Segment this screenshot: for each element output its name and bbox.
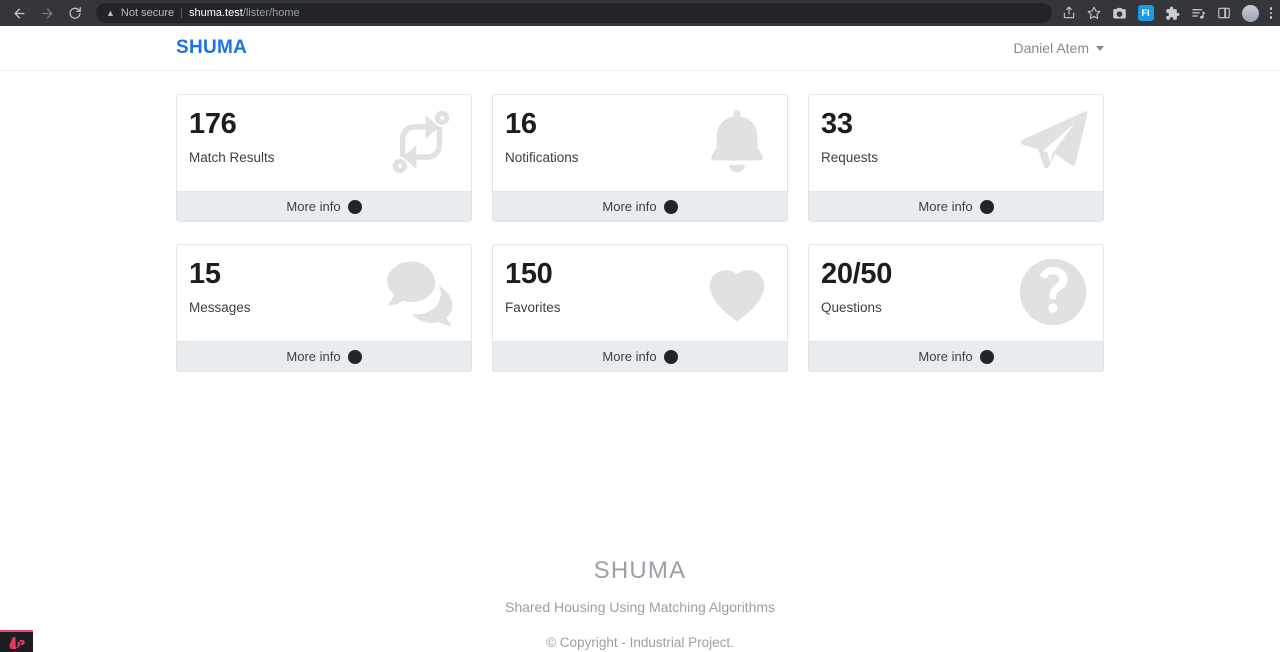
arrow-right-circle-icon	[663, 349, 678, 364]
screen-recorder-badge[interactable]	[0, 630, 33, 652]
more-info-button[interactable]: More info	[809, 341, 1103, 371]
forward-arrow-icon[interactable]	[34, 2, 60, 24]
more-info-button[interactable]: More info	[177, 191, 471, 221]
user-name-label: Daniel Atem	[1013, 40, 1089, 56]
stat-card-requests[interactable]: 33 Requests More info	[808, 94, 1104, 222]
chrome-menu-icon[interactable]	[1269, 7, 1272, 19]
stat-card-favorites[interactable]: 150 Favorites More info	[492, 244, 788, 372]
more-info-label: More info	[286, 199, 341, 214]
user-menu-dropdown[interactable]: Daniel Atem	[1014, 40, 1104, 56]
arrow-right-circle-icon	[347, 199, 362, 214]
card-body: 33 Requests	[809, 95, 1103, 191]
stat-card-questions[interactable]: 20/50 Questions More info	[808, 244, 1104, 372]
side-panel-icon[interactable]	[1217, 6, 1231, 20]
card-value: 33	[821, 108, 853, 140]
site-footer: SHUMA Shared Housing Using Matching Algo…	[176, 372, 1104, 650]
app-header: SHUMA Daniel Atem	[0, 26, 1280, 71]
url-host: shuma.test	[188, 7, 243, 19]
navigation-buttons	[6, 2, 88, 24]
card-label: Match Results	[189, 150, 275, 166]
card-body: 20/50 Questions	[809, 245, 1103, 341]
more-info-label: More info	[918, 199, 973, 214]
card-value: 150	[505, 258, 553, 290]
arrow-right-circle-icon	[663, 199, 678, 214]
footer-brand: SHUMA	[593, 557, 687, 584]
chevron-down-icon	[1096, 45, 1104, 51]
profile-avatar-icon[interactable]	[1241, 4, 1259, 22]
main-content: 176 Match Results More info 16 Notificat…	[0, 71, 1280, 650]
stat-card-notifications[interactable]: 16 Notifications More info	[492, 94, 788, 222]
more-info-button[interactable]: More info	[809, 191, 1103, 221]
omnibox-divider: |	[180, 7, 183, 19]
camera-icon[interactable]	[1112, 6, 1127, 21]
card-label: Notifications	[505, 150, 579, 166]
toolbar-icons: FI	[1058, 4, 1272, 22]
more-info-button[interactable]: More info	[493, 191, 787, 221]
recorder-logo-icon	[8, 637, 25, 649]
not-secure-warning-icon: ▲	[106, 7, 115, 18]
more-info-label: More info	[918, 349, 973, 364]
extension-badge-icon[interactable]: FI	[1137, 5, 1154, 21]
more-info-label: More info	[602, 199, 657, 214]
more-info-label: More info	[602, 349, 657, 364]
stat-card-messages[interactable]: 15 Messages More info	[176, 244, 472, 372]
card-label: Questions	[821, 300, 882, 316]
security-status-label: Not secure	[120, 7, 175, 19]
more-info-button[interactable]: More info	[493, 341, 787, 371]
url-text: shuma.test/lister/home	[189, 7, 300, 19]
card-value: 20/50	[821, 258, 893, 290]
card-label: Messages	[189, 300, 251, 316]
address-bar[interactable]: ▲ Not secure | shuma.test/lister/home	[96, 3, 1052, 23]
reading-list-icon[interactable]	[1191, 6, 1206, 21]
puzzle-extensions-icon[interactable]	[1165, 6, 1180, 21]
card-value: 15	[189, 258, 221, 290]
reload-icon[interactable]	[62, 2, 88, 24]
card-value: 176	[189, 108, 237, 140]
card-body: 15 Messages	[177, 245, 471, 341]
card-body: 176 Match Results	[177, 95, 471, 191]
stats-card-grid: 176 Match Results More info 16 Notificat…	[176, 71, 1104, 372]
stat-card-match-results[interactable]: 176 Match Results More info	[176, 94, 472, 222]
share-icon[interactable]	[1062, 6, 1076, 20]
arrow-right-circle-icon	[979, 349, 994, 364]
browser-toolbar: ▲ Not secure | shuma.test/lister/home FI	[0, 0, 1280, 26]
arrow-right-circle-icon	[979, 199, 994, 214]
bookmark-star-icon[interactable]	[1087, 6, 1101, 20]
footer-copyright: © Copyright - Industrial Project.	[546, 635, 734, 650]
arrow-right-circle-icon	[347, 349, 362, 364]
card-value: 16	[505, 108, 537, 140]
url-path: /lister/home	[242, 7, 300, 19]
brand-logo[interactable]: SHUMA	[176, 37, 247, 59]
card-body: 16 Notifications	[493, 95, 787, 191]
card-label: Favorites	[505, 300, 561, 316]
footer-tagline: Shared Housing Using Matching Algorithms	[504, 599, 776, 615]
card-label: Requests	[821, 150, 879, 166]
more-info-label: More info	[286, 349, 341, 364]
card-body: 150 Favorites	[493, 245, 787, 341]
back-arrow-icon[interactable]	[6, 2, 32, 24]
more-info-button[interactable]: More info	[177, 341, 471, 371]
